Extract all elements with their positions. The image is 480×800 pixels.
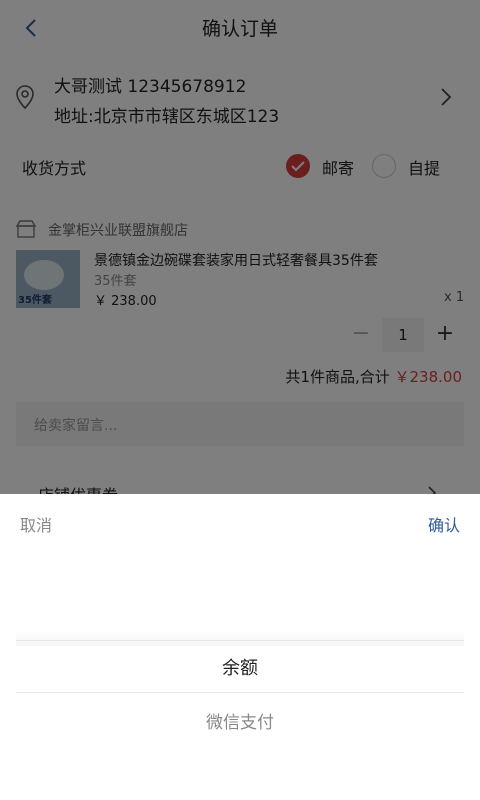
picker-fade [16, 630, 464, 646]
payment-picker-sheet: 取消 确认 余额 微信支付 [0, 494, 480, 800]
cancel-button[interactable]: 取消 [20, 512, 52, 536]
picker-divider-top [16, 640, 464, 641]
picker-option[interactable]: 微信支付 [0, 708, 480, 733]
confirm-button[interactable]: 确认 [428, 512, 460, 536]
picker-option-selected[interactable]: 余额 [0, 654, 480, 680]
picker-divider-bottom [16, 692, 464, 693]
